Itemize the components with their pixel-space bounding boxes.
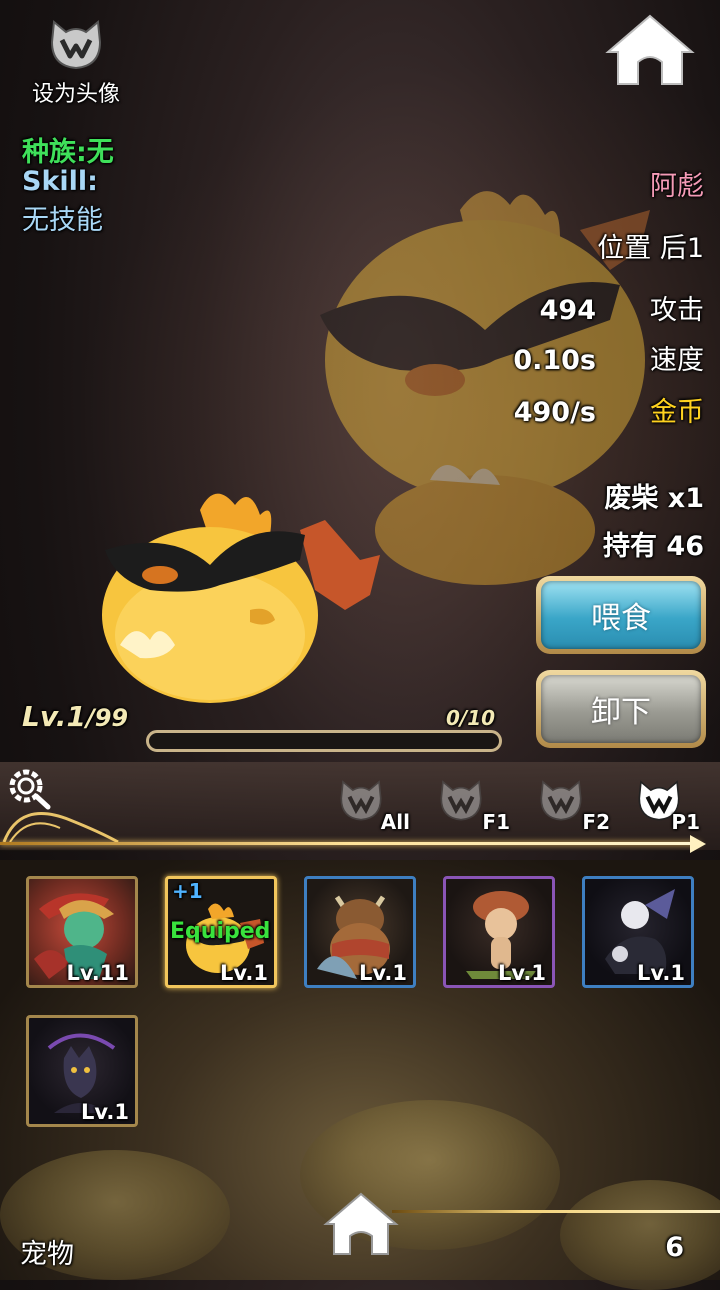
level-current: Lv.1 [22, 700, 86, 733]
stat-label: 速度 [650, 345, 704, 376]
unload-button[interactable]: 卸下 [536, 670, 706, 748]
cat-emblem-icon [50, 20, 102, 70]
filter-tab-f1[interactable]: F1 [430, 778, 510, 838]
race-text: 种族:无 [22, 137, 114, 168]
position-text: 位置 后1 [597, 233, 704, 264]
stat-value: 494 [539, 295, 596, 326]
filter-tab-f2[interactable]: F2 [530, 778, 610, 838]
set-avatar-button[interactable]: 设为头像 [28, 18, 124, 108]
filter-tab-p1[interactable]: P1 [626, 778, 706, 838]
pet-slot[interactable]: Lv.11 [26, 876, 138, 988]
ornament-swirl [2, 812, 119, 844]
pet-slot-level: Lv.11 [66, 961, 129, 985]
pet-slot[interactable]: Lv.1 [443, 876, 555, 988]
level-max: /99 [85, 704, 129, 732]
pet-slot-level: Lv.1 [498, 961, 546, 985]
cat-emblem-icon [440, 780, 482, 821]
gold-divider [0, 842, 700, 845]
stat-value: 0.10s [513, 345, 596, 376]
pet-slot[interactable]: Lv.1 [582, 876, 694, 988]
pet-count: 6 [665, 1232, 684, 1263]
pet-slot-level: Lv.1 [637, 961, 685, 985]
stat-label: 攻击 [650, 295, 704, 326]
pet-name: 阿彪 [650, 171, 704, 202]
filter-tab-label: All [380, 810, 410, 834]
stat-speed: 0.10s 速度 [476, 338, 704, 377]
feed-item-count: 废柴 x1 [604, 483, 704, 514]
bottom-gold-line [392, 1210, 720, 1213]
feed-button-label: 喂食 [541, 581, 701, 649]
pet-slot[interactable]: Lv.1 [304, 876, 416, 988]
exp-progress-bar [146, 730, 502, 752]
exp-text: 0/10 [446, 706, 496, 730]
filter-tab-all[interactable]: All [330, 778, 410, 838]
owned-count: 持有 46 [603, 531, 704, 562]
equipped-badge: Equiped [170, 919, 271, 944]
cat-emblem-icon [340, 780, 382, 821]
home-icon[interactable] [604, 12, 696, 88]
filter-tab-label: F2 [582, 810, 610, 834]
skill-value: 无技能 [22, 205, 103, 236]
skill-label: Skill: [22, 166, 98, 197]
filter-tab-label: F1 [482, 810, 510, 834]
home-icon[interactable] [322, 1190, 400, 1258]
pet-slot[interactable]: +1 Equiped Lv.1 [165, 876, 277, 988]
pet-slot[interactable]: Lv.1 [26, 1015, 138, 1127]
unload-button-label: 卸下 [541, 675, 701, 743]
set-avatar-label: 设为头像 [31, 82, 120, 107]
page-title: 宠物 [20, 1239, 74, 1270]
stat-label: 金币 [650, 397, 704, 428]
pet-slot-plus: +1 [172, 879, 203, 903]
pet-main-sprite [102, 493, 380, 703]
pet-slot-level: Lv.1 [359, 961, 407, 985]
stat-attack: 494 攻击 [476, 288, 704, 327]
level-display: Lv.1/99 [22, 700, 128, 733]
stat-value: 490/s [513, 397, 596, 428]
pet-slot-level: Lv.1 [81, 1100, 129, 1124]
cat-emblem-icon [540, 780, 582, 821]
stat-gold: 490/s 金币 [476, 390, 704, 429]
pet-slot-level: Lv.1 [220, 961, 268, 985]
feed-button[interactable]: 喂食 [536, 576, 706, 654]
filter-tab-label: P1 [671, 810, 700, 834]
